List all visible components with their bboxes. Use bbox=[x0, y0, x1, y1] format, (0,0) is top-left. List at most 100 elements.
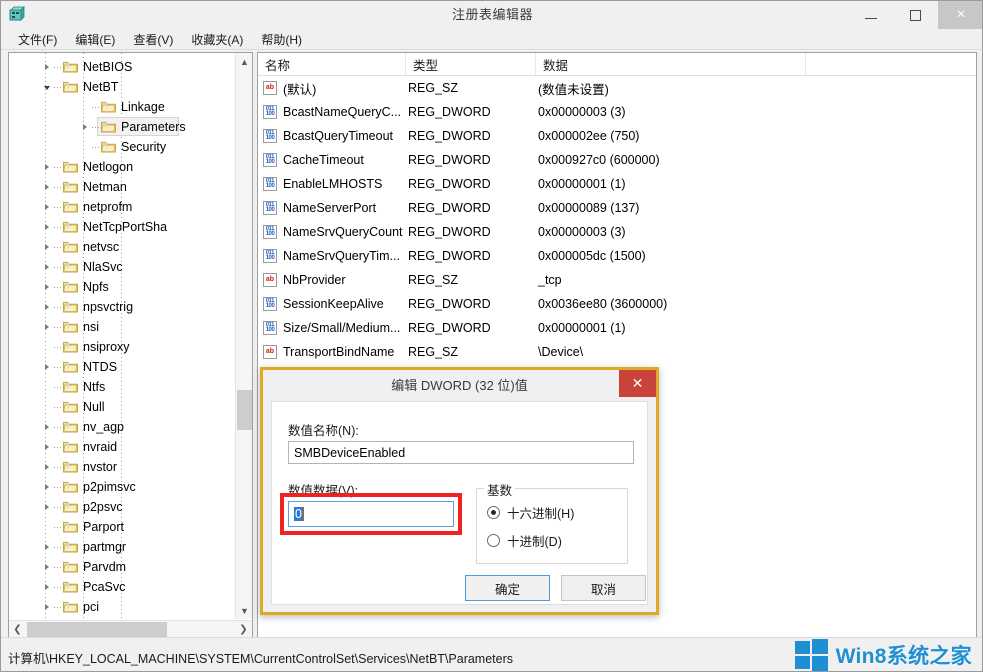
tree-node-pcasvc[interactable]: PcaSvc bbox=[9, 577, 237, 597]
dword-value-icon: 011100 bbox=[263, 321, 277, 335]
table-row[interactable]: 011 100 Size/Small/Medium... REG_DWORD 0x000… bbox=[258, 316, 976, 340]
tree-node-npsvctrig[interactable]: npsvctrig bbox=[9, 297, 237, 317]
tree-node-ntds[interactable]: NTDS bbox=[9, 357, 237, 377]
radio-decimal[interactable]: 十进制(D) bbox=[487, 531, 562, 550]
menu-help[interactable]: 帮助(H) bbox=[252, 29, 311, 50]
close-button[interactable]: × bbox=[938, 1, 982, 29]
chevron-right-icon[interactable] bbox=[41, 421, 53, 433]
tree-vscroll-thumb[interactable] bbox=[237, 390, 252, 430]
minimize-button[interactable] bbox=[848, 1, 893, 29]
column-header-type[interactable]: 类型 bbox=[406, 53, 536, 75]
menu-edit[interactable]: 编辑(E) bbox=[66, 29, 124, 50]
tree-node-netvsc[interactable]: netvsc bbox=[9, 237, 237, 257]
chevron-right-icon[interactable] bbox=[41, 561, 53, 573]
table-row[interactable]: ab NbProvider REG_SZ _tcp bbox=[258, 268, 976, 292]
value-name-input[interactable]: SMBDeviceEnabled bbox=[288, 441, 634, 464]
table-row[interactable]: ab (默认) REG_SZ (数值未设置) bbox=[258, 76, 976, 100]
chevron-right-icon[interactable] bbox=[41, 241, 53, 253]
chevron-right-icon[interactable] bbox=[41, 501, 53, 513]
tree-node-netbt[interactable]: NetBT bbox=[9, 77, 237, 97]
value-data-input[interactable]: 0 bbox=[288, 501, 454, 527]
tree-node-partmgr[interactable]: partmgr bbox=[9, 537, 237, 557]
chevron-right-icon[interactable] bbox=[41, 581, 53, 593]
value-name-cell: ab TransportBindName bbox=[258, 345, 406, 359]
chevron-right-icon[interactable] bbox=[41, 261, 53, 273]
table-row[interactable]: 011 100 BcastNameQueryC... REG_DWORD 0x00000… bbox=[258, 100, 976, 124]
chevron-down-icon[interactable] bbox=[41, 81, 53, 93]
value-name-text: (默认) bbox=[283, 82, 317, 97]
chevron-right-icon[interactable] bbox=[41, 461, 53, 473]
tree-node-nvstor[interactable]: nvstor bbox=[9, 457, 237, 477]
tree-node-label: NTDS bbox=[83, 360, 118, 374]
tree-node-npfs[interactable]: Npfs bbox=[9, 277, 237, 297]
menu-favorites[interactable]: 收藏夹(A) bbox=[182, 29, 252, 50]
tree-node-netprofm[interactable]: netprofm bbox=[9, 197, 237, 217]
tree-node-parameters[interactable]: Parameters bbox=[9, 117, 237, 137]
chevron-right-icon[interactable] bbox=[41, 541, 53, 553]
table-row[interactable]: 011 100 BcastQueryTimeout REG_DWORD 0x000002… bbox=[258, 124, 976, 148]
radio-hexadecimal[interactable]: 十六进制(H) bbox=[487, 503, 574, 522]
column-header-name[interactable]: 名称 bbox=[258, 53, 406, 75]
tree-node-nv-agp[interactable]: nv_agp bbox=[9, 417, 237, 437]
tree-node-netman[interactable]: Netman bbox=[9, 177, 237, 197]
table-row[interactable]: 011 100 NameSrvQueryCount REG_DWORD 0x000000… bbox=[258, 220, 976, 244]
chevron-right-icon[interactable] bbox=[79, 121, 91, 133]
tree-node-security[interactable]: Security bbox=[9, 137, 237, 157]
table-row[interactable]: 011 100 EnableLMHOSTS REG_DWORD 0x00000001 (… bbox=[258, 172, 976, 196]
chevron-right-icon[interactable] bbox=[41, 281, 53, 293]
table-row[interactable]: ab TransportBindName REG_SZ \Device\ bbox=[258, 340, 976, 364]
tree-node-parvdm[interactable]: Parvdm bbox=[9, 557, 237, 577]
chevron-right-icon[interactable] bbox=[41, 601, 53, 613]
scroll-left-icon[interactable]: ❮ bbox=[9, 621, 26, 638]
folder-icon bbox=[63, 541, 78, 553]
scroll-up-icon[interactable]: ▲ bbox=[236, 53, 252, 70]
tree-hscroll-thumb[interactable] bbox=[27, 622, 167, 637]
chevron-right-icon[interactable] bbox=[41, 61, 53, 73]
tree-node-nsiproxy[interactable]: nsiproxy bbox=[9, 337, 237, 357]
tree-node-nlasvc[interactable]: NlaSvc bbox=[9, 257, 237, 277]
tree-horizontal-scrollbar[interactable]: ❮ ❯ bbox=[9, 620, 252, 637]
value-name-text: Size/Small/Medium... bbox=[283, 321, 401, 335]
registry-values-list[interactable]: ab (默认) REG_SZ (数值未设置) 011 100 BcastNameQueryC… bbox=[258, 76, 976, 412]
cancel-button[interactable]: 取消 bbox=[561, 575, 646, 601]
chevron-right-icon[interactable] bbox=[41, 481, 53, 493]
tree-node-nsi[interactable]: nsi bbox=[9, 317, 237, 337]
tree-node-nvraid[interactable]: nvraid bbox=[9, 437, 237, 457]
chevron-right-icon[interactable] bbox=[41, 441, 53, 453]
value-type-cell: REG_DWORD bbox=[408, 129, 491, 143]
scroll-down-icon[interactable]: ▼ bbox=[236, 602, 252, 619]
menu-view[interactable]: 查看(V) bbox=[124, 29, 182, 50]
chevron-right-icon[interactable] bbox=[41, 161, 53, 173]
chevron-right-icon[interactable] bbox=[41, 181, 53, 193]
menu-file[interactable]: 文件(F) bbox=[9, 29, 66, 50]
table-row[interactable]: 011 100 SessionKeepAlive REG_DWORD 0x0036ee8… bbox=[258, 292, 976, 316]
tree-node-linkage[interactable]: Linkage bbox=[9, 97, 237, 117]
table-row[interactable]: 011 100 NameSrvQueryTim... REG_DWORD 0x00000… bbox=[258, 244, 976, 268]
tree-node-p2psvc[interactable]: p2psvc bbox=[9, 497, 237, 517]
tree-node-nettcpportsha[interactable]: NetTcpPortSha bbox=[9, 217, 237, 237]
tree-node-ntfs[interactable]: Ntfs bbox=[9, 377, 237, 397]
tree-node-p2pimsvc[interactable]: p2pimsvc bbox=[9, 477, 237, 497]
table-row[interactable]: 011 100 NameServerPort REG_DWORD 0x00000089 … bbox=[258, 196, 976, 220]
tree-node-pciide[interactable]: pciide bbox=[9, 617, 237, 619]
dialog-close-button[interactable]: ✕ bbox=[619, 370, 656, 397]
chevron-right-icon[interactable] bbox=[41, 361, 53, 373]
tree-node-parport[interactable]: Parport bbox=[9, 517, 237, 537]
maximize-button[interactable] bbox=[893, 1, 938, 29]
registry-tree[interactable]: NetBIOS NetBT Linkage Parameters Security Net… bbox=[9, 53, 237, 619]
tree-node-netlogon[interactable]: Netlogon bbox=[9, 157, 237, 177]
chevron-right-icon[interactable] bbox=[41, 221, 53, 233]
chevron-right-icon[interactable] bbox=[41, 201, 53, 213]
chevron-right-icon[interactable] bbox=[41, 301, 53, 313]
column-header-data[interactable]: 数据 bbox=[536, 53, 806, 75]
chevron-right-icon[interactable] bbox=[41, 321, 53, 333]
tree-vertical-scrollbar[interactable]: ▲ ▼ bbox=[235, 53, 252, 619]
tree-node-null[interactable]: Null bbox=[9, 397, 237, 417]
scroll-right-icon[interactable]: ❯ bbox=[235, 621, 252, 638]
tree-node-label: npsvctrig bbox=[83, 300, 134, 314]
tree-node-netbios[interactable]: NetBIOS bbox=[9, 57, 237, 77]
table-row[interactable]: 011 100 CacheTimeout REG_DWORD 0x000927c0 (6… bbox=[258, 148, 976, 172]
tree-node-pci[interactable]: pci bbox=[9, 597, 237, 617]
ok-button[interactable]: 确定 bbox=[465, 575, 550, 601]
dword-value-icon: 011100 bbox=[263, 153, 277, 167]
